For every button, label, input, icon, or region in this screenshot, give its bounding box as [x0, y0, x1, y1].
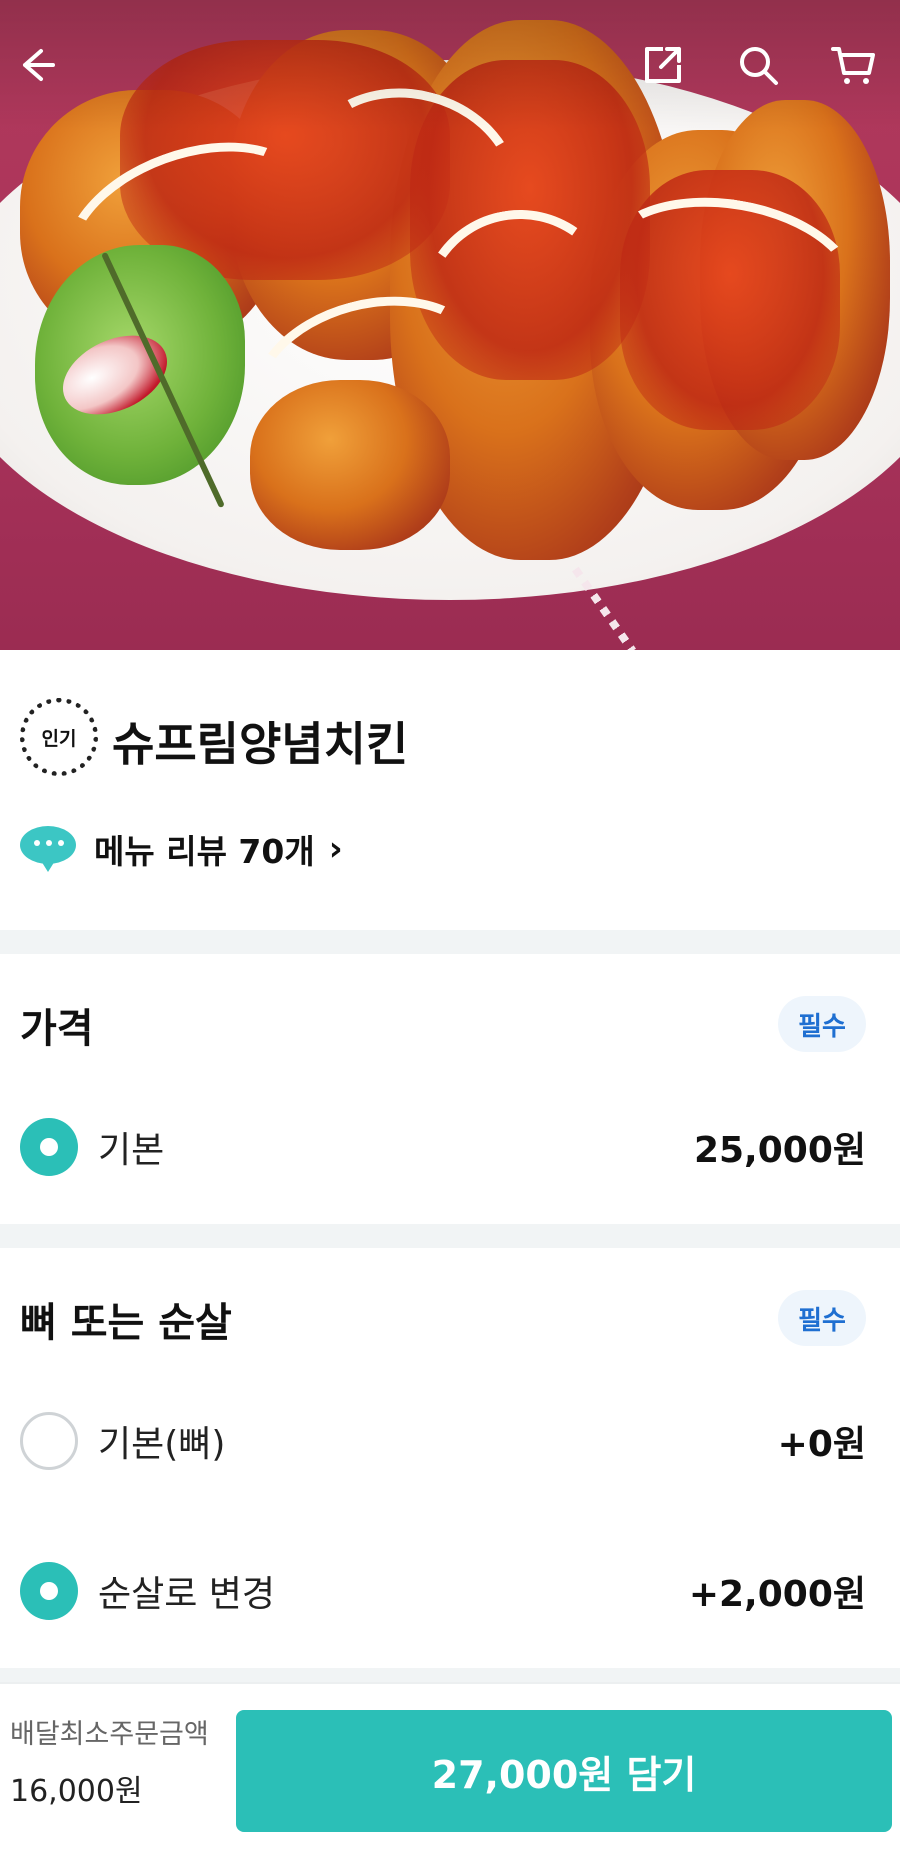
price-option-section: 가격 필수 기본 25,000원 [0, 954, 900, 1224]
option-basic[interactable]: 기본 25,000원 [0, 1102, 900, 1192]
back-arrow-icon [23, 49, 55, 81]
popular-badge: 인기 [20, 698, 98, 776]
chat-bubble-icon [20, 826, 76, 872]
cart-button[interactable] [818, 30, 888, 100]
search-icon [740, 47, 778, 85]
search-button[interactable] [723, 30, 793, 100]
share-icon [645, 47, 681, 83]
bottom-order-bar: 배달최소주문금액 16,000원 27,000원 담기 [0, 1682, 900, 1871]
menu-review-link[interactable]: 메뉴 리뷰 70개 › [20, 825, 343, 873]
option-boneless[interactable]: 순살로 변경 +2,000원 [0, 1546, 900, 1636]
share-button[interactable] [628, 30, 698, 100]
radio-selected[interactable] [20, 1562, 78, 1620]
menu-review-label: 메뉴 리뷰 70개 [94, 832, 315, 871]
cart-icon [831, 47, 875, 84]
bone-option-section: 뼈 또는 순살 필수 기본(뼈) +0원 순살로 변경 +2,000원 [0, 1248, 900, 1668]
radio-unselected[interactable] [20, 1412, 78, 1470]
option-bone[interactable]: 기본(뼈) +0원 [0, 1396, 900, 1486]
option-price: +0원 [777, 1424, 866, 1465]
add-to-cart-button[interactable]: 27,000원 담기 [236, 1710, 892, 1832]
min-order-value: 16,000원 [10, 1774, 143, 1809]
required-badge: 필수 [778, 1290, 866, 1346]
required-badge: 필수 [778, 996, 866, 1052]
min-order-label: 배달최소주문금액 [10, 1719, 209, 1750]
price-section-title: 가격 [20, 1006, 94, 1052]
chevron-right-icon: › [328, 829, 343, 869]
section-divider [0, 930, 900, 954]
option-label: 순살로 변경 [98, 1574, 276, 1615]
popular-badge-label: 인기 [41, 727, 77, 750]
option-label: 기본(뼈) [98, 1424, 226, 1465]
bone-section-title: 뼈 또는 순살 [20, 1300, 232, 1346]
option-price: 25,000원 [693, 1130, 866, 1171]
menu-title: 슈프림양념치킨 [112, 717, 409, 771]
option-price: +2,000원 [688, 1574, 866, 1615]
back-button[interactable] [0, 30, 70, 100]
radio-selected[interactable] [20, 1118, 78, 1176]
menu-info-section: 인기 슈프림양념치킨 메뉴 리뷰 70개 › [0, 650, 900, 930]
option-label: 기본 [98, 1130, 165, 1171]
section-divider [0, 1224, 900, 1248]
section-divider [0, 1668, 900, 1682]
